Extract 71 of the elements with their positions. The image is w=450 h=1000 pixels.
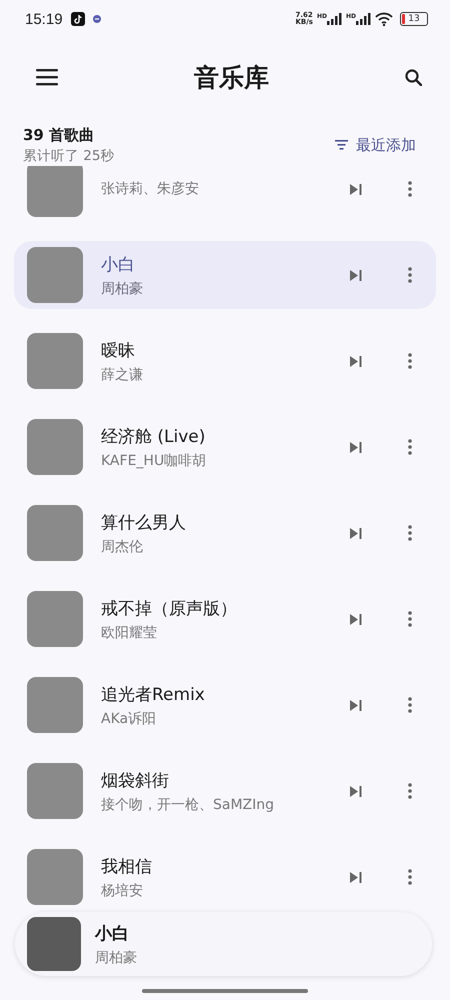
- song-artist: AKa诉阳: [101, 710, 158, 728]
- song-artist: 薛之谦: [101, 366, 144, 384]
- song-count: 39 首歌曲: [23, 126, 96, 144]
- play-next-icon: [350, 872, 362, 882]
- album-cover: [27, 333, 83, 389]
- more-icon: [408, 439, 412, 455]
- song-row[interactable]: 暧昧 薛之谦: [14, 327, 436, 395]
- play-next-icon: [350, 786, 362, 796]
- music-note-app-icon: [70, 12, 85, 26]
- song-artist: KAFE_HU咖啡胡: [101, 452, 208, 470]
- more-icon: [408, 869, 412, 885]
- wifi-icon: [375, 12, 393, 26]
- song-row[interactable]: 算什么男人 周杰伦: [14, 499, 436, 567]
- song-row[interactable]: 我相信 杨培安: [14, 843, 436, 911]
- search-icon: [405, 68, 422, 86]
- play-next-icon: [350, 442, 362, 452]
- notification-dot-icon: [92, 15, 101, 23]
- song-title: 经济舱 (Live): [101, 426, 206, 448]
- play-next-icon: [350, 528, 362, 538]
- page-title: 音乐库: [194, 62, 269, 94]
- album-cover: [27, 763, 83, 819]
- song-title: 戒不掉（原声版）: [101, 598, 238, 620]
- song-artist: 欧阳耀莹: [101, 624, 158, 642]
- battery-percent: 13: [407, 13, 421, 25]
- song-row[interactable]: 戒不掉（原声版） 欧阳耀莹: [14, 585, 436, 653]
- filter-icon: [335, 140, 348, 150]
- song-row[interactable]: 追光者Remix AKa诉阳: [14, 671, 436, 739]
- more-icon: [408, 783, 412, 799]
- song-artist: 周柏豪: [101, 280, 144, 298]
- play-next-icon: [350, 184, 362, 194]
- menu-icon: [36, 68, 58, 86]
- song-title: 我相信: [101, 856, 153, 878]
- more-icon: [408, 353, 412, 369]
- more-icon: [408, 697, 412, 713]
- signal-icon: [356, 13, 371, 25]
- song-artist: 接个吻，开一枪、SaMZIng: [101, 796, 276, 814]
- song-artist: 张诗莉、朱彦安: [101, 180, 200, 198]
- album-cover: [27, 505, 83, 561]
- song-title: 小白: [101, 254, 136, 276]
- song-title: 暧昧: [101, 340, 136, 362]
- song-row[interactable]: 经济舱 (Live) KAFE_HU咖啡胡: [14, 413, 436, 481]
- song-title: 算什么男人: [101, 512, 187, 534]
- song-artist: 杨培安: [101, 882, 144, 900]
- signal-icon: [326, 13, 342, 25]
- more-icon: [408, 267, 412, 283]
- album-cover: [27, 917, 81, 971]
- album-cover: [27, 591, 83, 647]
- song-artist: 周杰伦: [101, 538, 144, 556]
- album-cover: [27, 677, 83, 733]
- mini-player[interactable]: 小白 周柏豪: [15, 912, 432, 976]
- song-title: 烟袋斜街: [101, 770, 170, 792]
- listening-time: 累计听了 25秒: [23, 146, 114, 164]
- song-title: 小白: [95, 922, 130, 944]
- play-next-icon: [350, 270, 362, 280]
- more-icon: [408, 181, 412, 197]
- album-cover: [27, 166, 83, 217]
- album-cover: [27, 247, 83, 303]
- album-cover: [27, 419, 83, 475]
- sort-button[interactable]: 最近添加: [335, 136, 416, 154]
- album-cover: [27, 849, 83, 905]
- status-time: 15:19: [25, 10, 63, 28]
- song-artist: 周柏豪: [95, 948, 138, 966]
- song-row[interactable]: 烟袋斜街 接个吻，开一枪、SaMZIng: [14, 757, 436, 825]
- play-next-icon: [350, 356, 362, 366]
- play-next-icon: [350, 700, 362, 710]
- song-row[interactable]: 小白 周柏豪: [14, 241, 436, 309]
- song-row[interactable]: 张诗莉、朱彦安: [14, 166, 436, 223]
- more-icon: [408, 525, 412, 541]
- more-icon: [408, 611, 412, 627]
- song-title: 追光者Remix: [101, 684, 206, 706]
- play-next-icon: [350, 614, 362, 624]
